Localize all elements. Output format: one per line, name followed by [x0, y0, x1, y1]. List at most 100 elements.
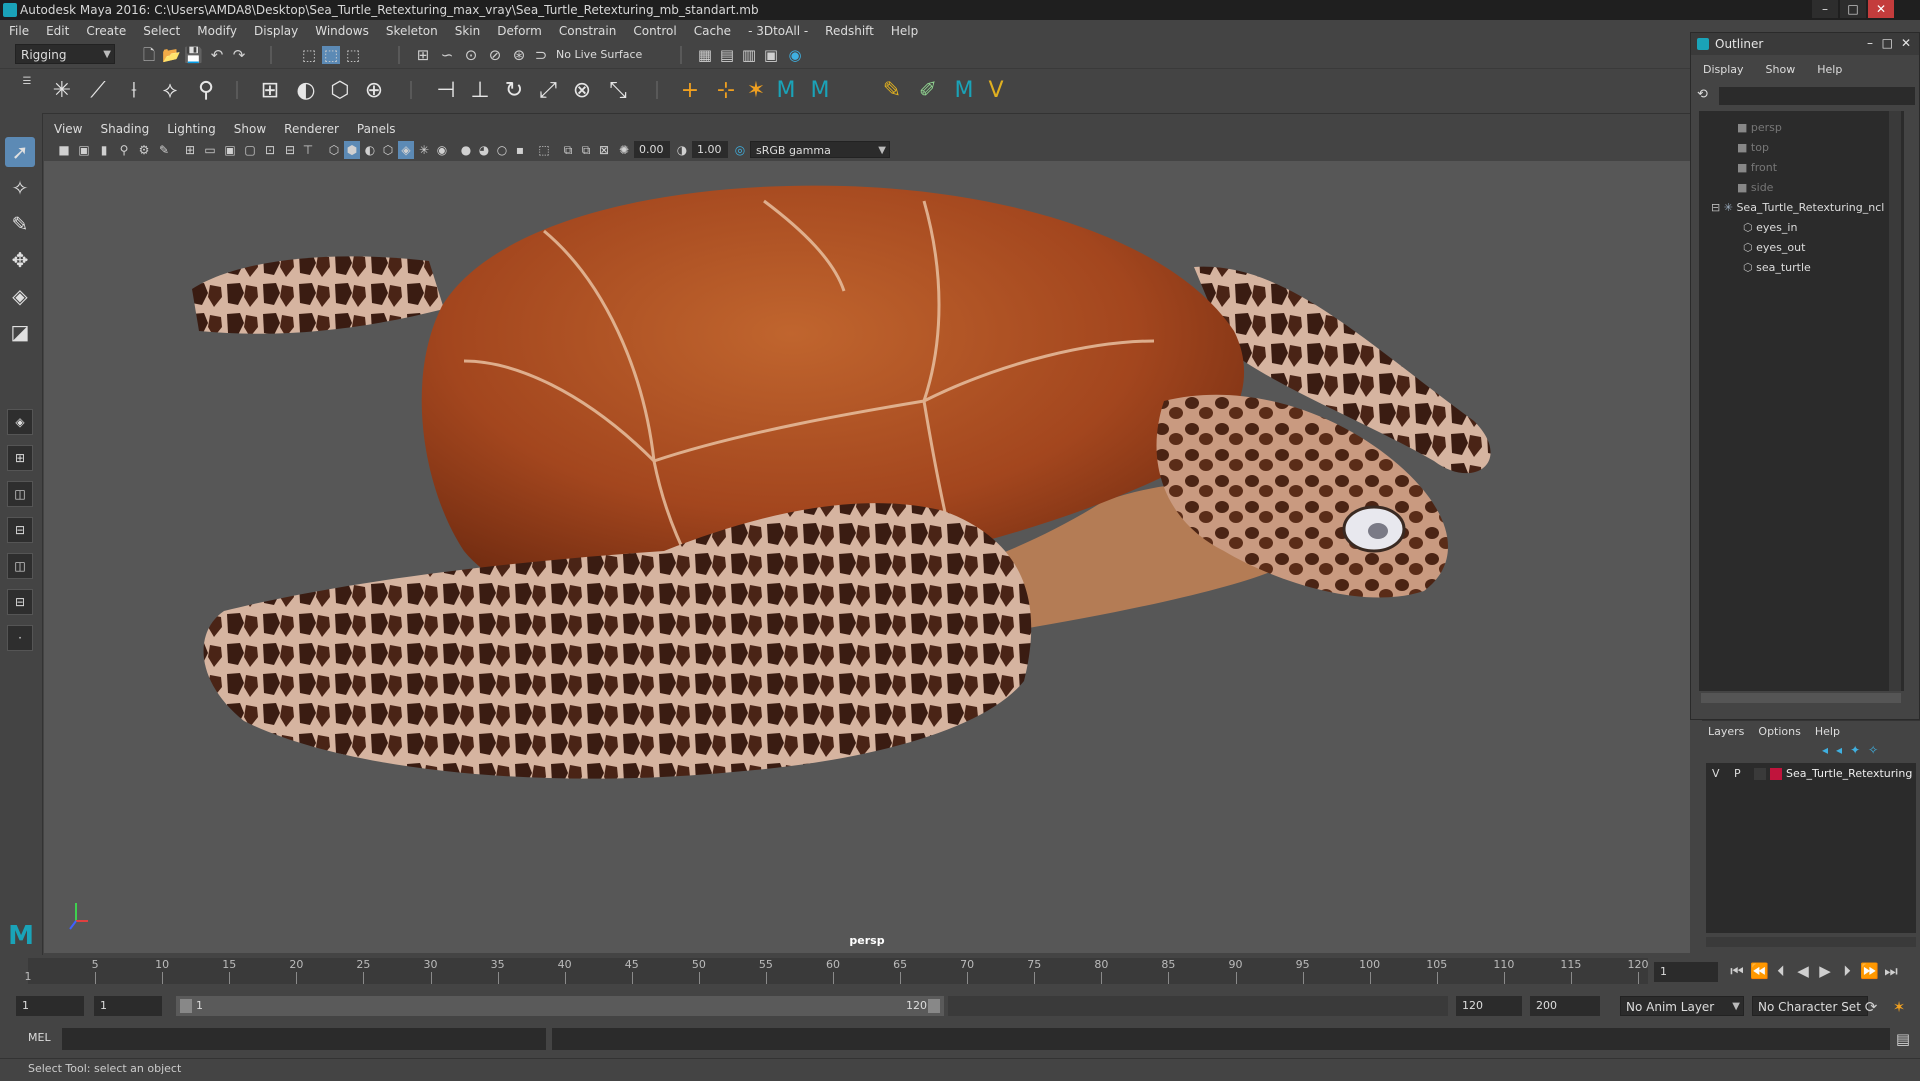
- exposure-field[interactable]: 0.00: [634, 141, 670, 158]
- maya-rig-icon[interactable]: M: [772, 77, 800, 105]
- outliner-menu-help[interactable]: Help: [1805, 63, 1852, 81]
- menu-skin[interactable]: Skin: [446, 24, 489, 38]
- color-management-icon[interactable]: ◎: [732, 141, 748, 159]
- menu-cache[interactable]: Cache: [685, 24, 739, 38]
- move-tool-icon[interactable]: ✥: [5, 245, 35, 275]
- wireframe-icon[interactable]: ⬡: [326, 141, 342, 159]
- play-backwards-icon[interactable]: ◀: [1794, 962, 1812, 980]
- joint-tool-icon[interactable]: ✳: [48, 77, 76, 105]
- outliner-item-eyes-in[interactable]: ⬡ eyes_in: [1743, 219, 1797, 237]
- camera-attributes-icon[interactable]: ▣: [76, 141, 92, 159]
- move-layer-up-icon[interactable]: ◂: [1822, 743, 1828, 757]
- outliner-item-sea-turtle[interactable]: ⬡ sea_turtle: [1743, 259, 1811, 277]
- character-set-dropdown[interactable]: No Character Set: [1752, 996, 1868, 1016]
- outliner-menu-display[interactable]: Display: [1691, 63, 1754, 81]
- layer-type-toggle[interactable]: [1754, 768, 1766, 780]
- orient-joint-icon[interactable]: ⚲: [192, 77, 220, 105]
- paint-select-icon[interactable]: ✎: [5, 209, 35, 239]
- point-constraint-icon[interactable]: ⊥: [466, 77, 494, 105]
- image-plane-icon[interactable]: ⚲: [116, 141, 132, 159]
- field-chart-icon[interactable]: ⊡: [262, 141, 278, 159]
- select-hierarchy-icon[interactable]: ⬚: [300, 46, 318, 64]
- hypershade-icon[interactable]: ◉: [786, 46, 804, 64]
- menu-file[interactable]: File: [0, 24, 37, 38]
- close-button[interactable]: ✕: [1868, 0, 1894, 18]
- menu-redshift[interactable]: Redshift: [816, 24, 882, 38]
- minimize-button[interactable]: –: [1812, 0, 1838, 18]
- playback-start-field[interactable]: 1: [94, 996, 162, 1016]
- perspective-viewport[interactable]: persp: [44, 161, 1690, 953]
- playback-end-field[interactable]: 120: [1456, 996, 1522, 1016]
- undo-icon[interactable]: ↶: [208, 46, 226, 64]
- stacked-layout-icon[interactable]: ⊟: [7, 517, 33, 543]
- graph-persp-layout-icon[interactable]: ⊟: [7, 589, 33, 615]
- safe-title-icon[interactable]: ⊤: [300, 141, 316, 159]
- ik-fk-icon[interactable]: ⊹: [712, 77, 740, 105]
- locator-icon[interactable]: +: [676, 77, 704, 105]
- outliner-item-front[interactable]: ■ front: [1737, 159, 1777, 177]
- lattice-icon[interactable]: ⬡: [326, 77, 354, 105]
- minimize-icon[interactable]: –: [1867, 32, 1873, 54]
- render-view-icon[interactable]: ▤: [718, 46, 736, 64]
- outliner-search-input[interactable]: [1719, 87, 1915, 105]
- ipr-render-icon[interactable]: ▣: [762, 46, 780, 64]
- smooth-shade-icon[interactable]: ⬢: [344, 141, 360, 159]
- menu-create[interactable]: Create: [77, 24, 134, 38]
- scale-tool-icon[interactable]: ◪: [5, 317, 35, 347]
- snap-live-icon[interactable]: ⊛: [510, 46, 528, 64]
- xray-components-icon[interactable]: ⧉: [578, 141, 594, 159]
- menu-deform[interactable]: Deform: [488, 24, 550, 38]
- anim-layer-dropdown[interactable]: No Anim Layer ▼: [1620, 996, 1744, 1016]
- ik-spline-icon[interactable]: ⟊: [120, 77, 148, 105]
- snap-view-plane-icon[interactable]: ⊘: [486, 46, 504, 64]
- lights-icon[interactable]: ◈: [398, 141, 414, 159]
- wireframe-on-shaded-icon[interactable]: ◐: [362, 141, 378, 159]
- menu-edit[interactable]: Edit: [37, 24, 77, 38]
- lasso-tool-icon[interactable]: ✧: [5, 173, 35, 203]
- script-editor-icon[interactable]: ▤: [1894, 1030, 1912, 1048]
- aim-constraint-icon[interactable]: ⊗: [568, 77, 596, 105]
- layer-horizontal-scrollbar[interactable]: [1706, 937, 1916, 947]
- menuset-dropdown[interactable]: Rigging ▼: [15, 44, 115, 64]
- pole-vector-icon[interactable]: ⤡: [604, 77, 632, 105]
- scale-constraint-icon[interactable]: ⤢: [534, 77, 562, 105]
- time-slider[interactable]: 1 5 10 15 20 25 30 35 40 45 50 55 60 65 70 75 80 85 90 95 1…: [25, 958, 1649, 984]
- 2d-pan-zoom-icon[interactable]: ⚙: [136, 141, 152, 159]
- parent-constraint-icon[interactable]: ⊣: [432, 77, 460, 105]
- orient-constraint-icon[interactable]: ↻: [500, 77, 528, 105]
- viewport-menu-shading[interactable]: Shading: [90, 122, 157, 136]
- shadows-icon[interactable]: ✳: [416, 141, 432, 159]
- snap-grid-icon[interactable]: ⊞: [414, 46, 432, 64]
- menu-control[interactable]: Control: [624, 24, 684, 38]
- range-end-handle[interactable]: [928, 999, 940, 1013]
- single-pane-layout-icon[interactable]: ◈: [7, 409, 33, 435]
- outliner-item-top[interactable]: ■ top: [1737, 139, 1769, 157]
- menu-skeleton[interactable]: Skeleton: [377, 24, 446, 38]
- menu-3dtoall[interactable]: - 3DtoAll -: [739, 24, 816, 38]
- outliner-item-persp[interactable]: ■ persp: [1737, 119, 1782, 137]
- textured-icon[interactable]: ⬡: [380, 141, 396, 159]
- current-frame-field[interactable]: 1: [1654, 962, 1718, 982]
- colorspace-dropdown[interactable]: sRGB gamma ▼: [750, 141, 890, 158]
- move-layer-down-icon[interactable]: ◂: [1836, 743, 1842, 757]
- command-language-label[interactable]: MEL: [28, 1031, 51, 1044]
- viewport-menu-lighting[interactable]: Lighting: [157, 122, 224, 136]
- layer-playback-toggle[interactable]: P: [1734, 765, 1741, 783]
- collapse-icon[interactable]: ⊟: [1711, 201, 1720, 214]
- outliner-persp-layout-icon[interactable]: ◫: [7, 553, 33, 579]
- close-icon[interactable]: ✕: [1901, 32, 1911, 54]
- go-to-end-icon[interactable]: ⏭: [1882, 962, 1900, 980]
- live-surface-label[interactable]: No Live Surface: [556, 48, 642, 61]
- camera-icon[interactable]: ■: [56, 141, 72, 159]
- range-start-handle[interactable]: [180, 999, 192, 1013]
- paint-tool-icon[interactable]: ✎: [878, 77, 906, 105]
- layer-color-swatch[interactable]: [1770, 768, 1782, 780]
- gamma-icon[interactable]: ◑: [674, 141, 690, 159]
- ambient-occlusion-icon[interactable]: ◉: [434, 141, 450, 159]
- range-slider[interactable]: 1 120: [176, 996, 944, 1016]
- select-tool-icon[interactable]: ➚: [5, 137, 35, 167]
- new-layer-icon[interactable]: ✦: [1850, 743, 1860, 757]
- step-back-frame-icon[interactable]: ⏴: [1772, 962, 1790, 980]
- viewport-menu-renderer[interactable]: Renderer: [274, 122, 347, 136]
- paint-weights-icon[interactable]: ◐: [292, 77, 320, 105]
